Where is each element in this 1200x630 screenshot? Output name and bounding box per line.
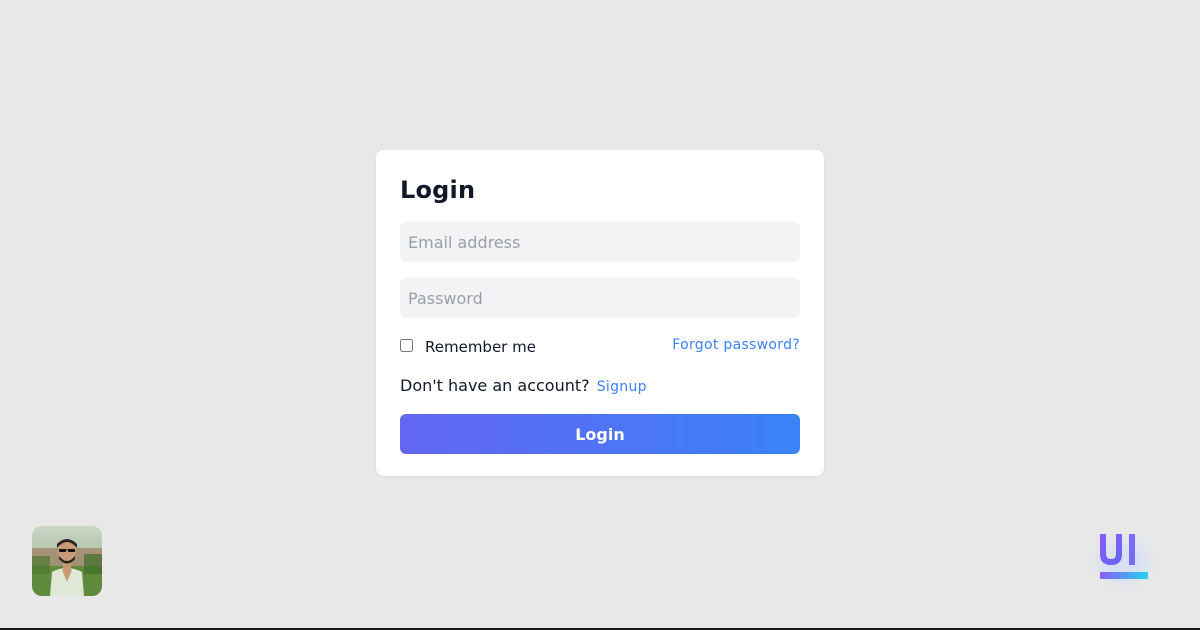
avatar[interactable] [32,526,102,596]
remember-checkbox[interactable] [400,338,413,352]
password-input[interactable] [400,278,800,318]
remember-label: Remember me [425,338,536,356]
ui-brand-logo[interactable] [1090,526,1160,592]
login-button[interactable]: Login [400,414,800,454]
signup-link[interactable]: Signup [597,379,647,395]
signup-prompt: Don't have an account? [400,376,590,395]
email-input[interactable] [400,222,800,262]
login-card: Login Remember me Forgot password? Don't… [376,150,824,476]
forgot-password-link[interactable]: Forgot password? [672,334,800,356]
signup-row: Don't have an account? Signup [400,374,800,398]
options-row: Remember me Forgot password? [400,334,800,356]
remember-me[interactable]: Remember me [400,334,536,356]
ui-logo-icon [1098,534,1150,584]
login-title: Login [400,176,476,204]
user-avatar-photo [32,526,102,596]
